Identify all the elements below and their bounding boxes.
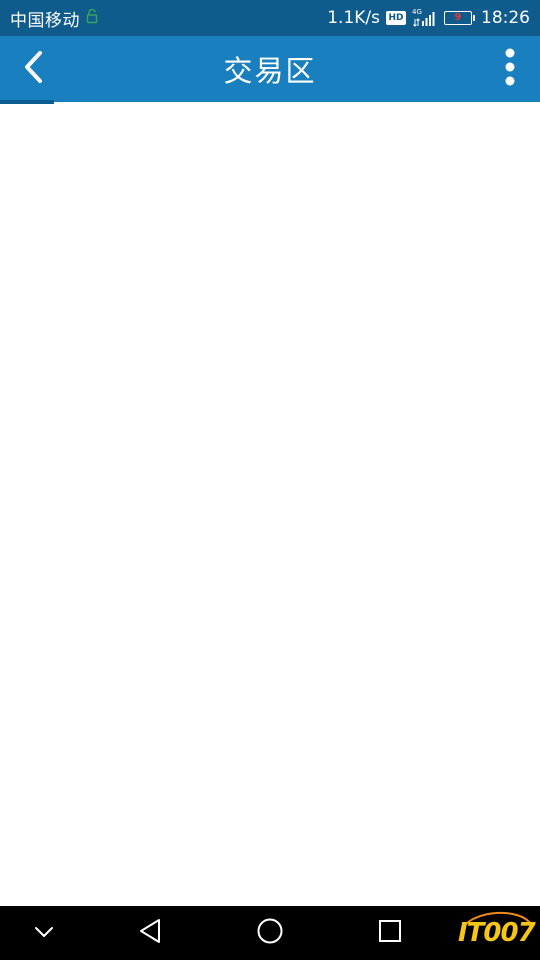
back-button[interactable]: [10, 45, 58, 93]
status-right: 1.1K/s HD 4G 9 18:26: [327, 8, 530, 28]
more-vertical-icon: [504, 47, 516, 91]
status-bar: 中国移动 1.1K/s HD 4G 9 18:26: [0, 0, 540, 36]
battery-tip: [473, 15, 475, 21]
chevron-down-icon: [33, 924, 55, 943]
nav-home-button[interactable]: [240, 906, 300, 960]
square-recents-icon: [377, 918, 403, 948]
chevron-left-icon: [20, 49, 48, 89]
triangle-back-icon: [137, 917, 163, 949]
nav-back-button[interactable]: [120, 906, 180, 960]
page-title: 交易区: [223, 54, 317, 88]
more-options-button[interactable]: [490, 45, 530, 93]
battery-body: 9: [444, 11, 472, 25]
circle-home-icon: [256, 917, 284, 949]
battery-level: 9: [454, 12, 462, 23]
navigation-bar: IT007: [0, 906, 540, 960]
app-bar: 交易区: [0, 36, 540, 102]
network-speed: 1.1K/s: [327, 8, 380, 28]
screen: 中国移动 1.1K/s HD 4G 9 18:26 交易区 IT007: [0, 0, 540, 960]
watermark-text: IT007: [458, 918, 536, 948]
content-area: [0, 104, 540, 906]
clock: 18:26: [481, 8, 530, 28]
signal-icon: 4G: [412, 8, 438, 27]
battery-icon: 9: [444, 11, 475, 25]
watermark-logo: IT007: [452, 908, 536, 958]
lock-icon: [86, 8, 98, 28]
status-left: 中国移动: [10, 6, 98, 31]
nav-collapse-button[interactable]: [14, 906, 74, 960]
hd-badge: HD: [386, 11, 406, 25]
carrier-name: 中国移动: [10, 10, 80, 31]
nav-recents-button[interactable]: [360, 906, 420, 960]
